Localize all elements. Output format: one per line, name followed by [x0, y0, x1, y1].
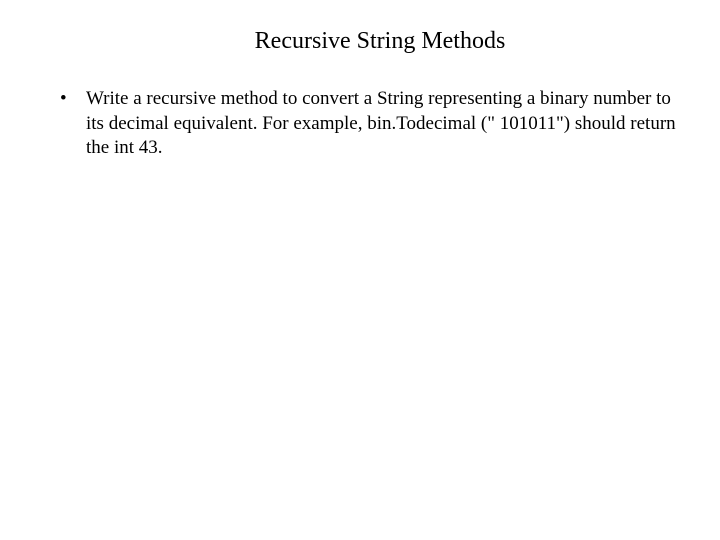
bullet-item: Write a recursive method to convert a St… [60, 87, 680, 161]
bullet-list: Write a recursive method to convert a St… [40, 87, 680, 161]
slide-title: Recursive String Methods [80, 28, 680, 55]
